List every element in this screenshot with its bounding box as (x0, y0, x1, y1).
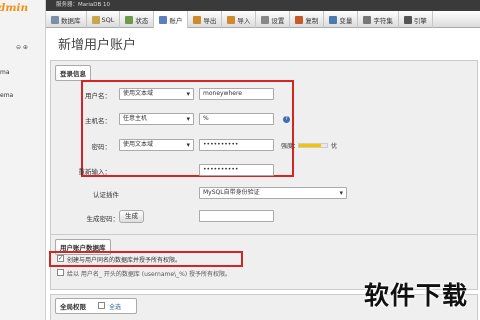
tab-engine[interactable]: 引擎 (399, 11, 433, 28)
tab-status[interactable]: 状态 (120, 11, 155, 28)
variables-icon (329, 15, 338, 24)
engine-icon (403, 15, 412, 24)
password-type-select[interactable]: 使用文本域 (119, 139, 194, 151)
tab-label: 状态 (135, 16, 149, 25)
host-label: 主机名： (85, 117, 111, 125)
username-label: 用户名： (85, 92, 111, 100)
collapse-expand-icon[interactable]: ⊖ ⊕ (16, 44, 28, 51)
generated-password-input[interactable] (199, 210, 274, 222)
strength-label: 强度： (281, 143, 300, 150)
username-type-select[interactable]: 使用文本域 (119, 88, 194, 100)
tab-wrench[interactable]: 设置 (256, 11, 291, 28)
help-icon[interactable]: ? (283, 116, 290, 123)
sidebar-db-item[interactable]: ma (0, 69, 10, 76)
charset-icon (363, 15, 372, 24)
tab-database[interactable]: 数据库 (46, 11, 87, 28)
users-icon (159, 15, 168, 24)
wrench-icon (261, 15, 270, 24)
sidebar-db-item[interactable]: ema (0, 92, 13, 99)
grant-wildcard-checkbox[interactable] (57, 269, 64, 276)
tab-label: 变量 (339, 16, 353, 25)
tab-label: 字符集 (373, 16, 393, 25)
watermark: 软件下载 (363, 281, 468, 310)
sql-icon (91, 15, 100, 24)
tab-label: 引擎 (413, 16, 427, 25)
tab-sql[interactable]: SQL (87, 11, 121, 28)
tab-label: 设置 (271, 16, 285, 25)
replication-icon (295, 15, 304, 24)
tab-label: SQL (101, 15, 115, 24)
tab-replication[interactable]: 复制 (290, 11, 325, 28)
retype-label: 重新输入： (78, 168, 112, 176)
generate-button[interactable]: 生成 (119, 210, 144, 223)
database-icon (51, 15, 59, 24)
strength-fill (299, 144, 322, 147)
select-all-checkbox[interactable] (98, 302, 105, 309)
page-title: 新增用户账户 (58, 38, 137, 53)
host-type-select[interactable]: 任意主机 (119, 113, 194, 125)
tab-label: 复制 (305, 16, 319, 25)
main-content: 新增用户账户 登录信息 用户名： 使用文本域 moneywhere 主机名： 任… (46, 28, 480, 320)
tab-export[interactable]: 导出 (188, 11, 223, 28)
strength-text: 优 (331, 143, 338, 150)
create-db-option-label: 创建与用户同名的数据库并授予所有权限。 (67, 257, 182, 264)
main-tab-bar: 数据库 SQL 状态 账户 导出 导入 设置 复制 变量 字符集 引擎 (46, 11, 480, 28)
tab-users[interactable]: 账户 (154, 11, 189, 28)
password-strength-meter (298, 143, 328, 148)
host-input[interactable]: % (199, 113, 274, 125)
server-breadcrumb[interactable]: 服务器：MariaDB 10 (46, 0, 480, 11)
username-input[interactable]: moneywhere (199, 88, 274, 100)
tab-label: 数据库 (61, 16, 81, 25)
navigation-sidebar: dmin ⊖ ⊕ ma ema (0, 0, 46, 320)
tab-variables[interactable]: 变量 (324, 11, 359, 28)
import-icon (227, 15, 236, 24)
auth-plugin-label: 认证插件 (93, 191, 119, 199)
grant-wildcard-option-label: 给以 用户名_ 开头的数据库 (username\_%) 授予所有权限。 (67, 271, 232, 278)
tab-label: 导出 (203, 16, 217, 25)
retype-password-input[interactable]: •••••••••• (199, 164, 274, 176)
global-privileges-legend: 全局权限 (55, 298, 137, 314)
create-db-checkbox[interactable]: ✓ (57, 255, 64, 262)
tab-label: 导入 (237, 16, 251, 25)
export-icon (193, 15, 202, 24)
login-info-legend: 登录信息 (55, 65, 91, 81)
tab-import[interactable]: 导入 (222, 11, 257, 28)
login-info-fieldset: 登录信息 用户名： 使用文本域 moneywhere 主机名： 任意主机 % ?… (50, 60, 478, 258)
tab-charset[interactable]: 字符集 (358, 11, 399, 28)
phpmyadmin-logo[interactable]: dmin (0, 2, 28, 14)
auth-plugin-select[interactable]: MySQL自带身份验证 (199, 187, 347, 199)
status-icon (125, 15, 134, 24)
password-input[interactable]: •••••••••• (199, 139, 274, 151)
select-all-link[interactable]: 全选 (109, 302, 121, 311)
generate-password-label: 生成密码： (86, 215, 120, 223)
tab-label: 账户 (169, 16, 183, 25)
password-label: 密码： (91, 143, 112, 151)
